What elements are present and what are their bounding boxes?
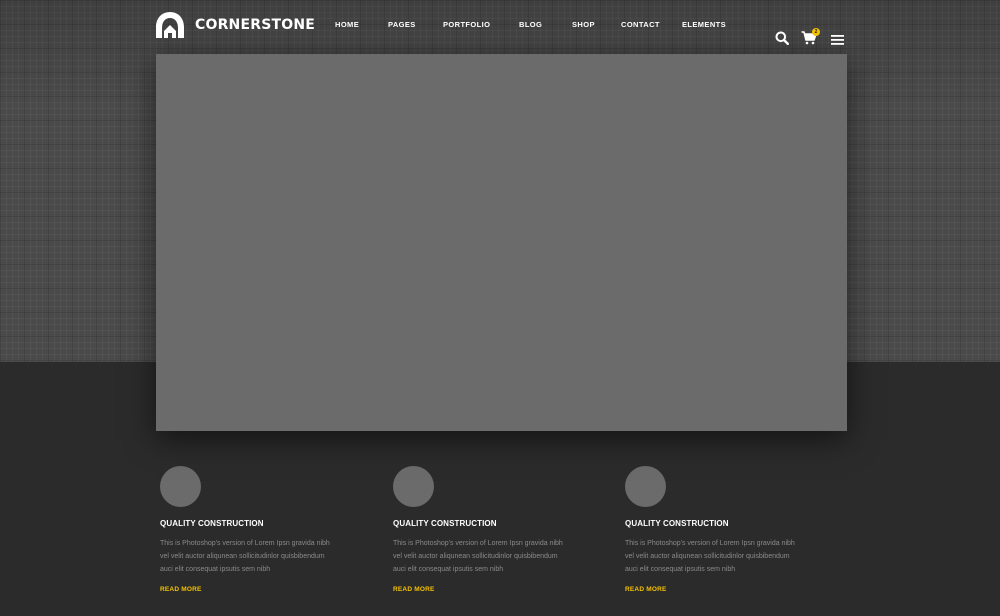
read-more-link[interactable]: READ MORE [160,586,202,593]
feature-card: QUALITY CONSTRUCTION This is Photoshop's… [625,466,825,595]
search-icon [775,31,790,46]
feature-desc-line: vel velit auctor aliqunean sollicitudinl… [160,553,325,560]
site-header: CORNERSTONE HOME PAGES PORTFOLIO BLOG SH… [0,0,1000,50]
feature-icon [393,466,434,507]
feature-description: This is Photoshop's version of Lorem Ips… [160,537,355,576]
nav-shop[interactable]: SHOP [572,20,595,29]
feature-desc-line: auci elit consequat ipsutis sem nibh [625,566,736,573]
feature-desc-line: This is Photoshop's version of Lorem Ips… [625,540,795,547]
read-more-link[interactable]: READ MORE [625,586,667,593]
nav-contact[interactable]: CONTACT [621,20,660,29]
nav-home[interactable]: HOME [335,20,359,29]
feature-icon [625,466,666,507]
feature-desc-line: This is Photoshop's version of Lorem Ips… [393,540,563,547]
read-more-link[interactable]: READ MORE [393,586,435,593]
feature-desc-line: auci elit consequat ipsutis sem nibh [393,566,504,573]
feature-desc-line: vel velit auctor aliqunean sollicitudinl… [625,553,790,560]
feature-title: QUALITY CONSTRUCTION [160,519,264,528]
feature-desc-line: vel velit auctor aliqunean sollicitudinl… [393,553,558,560]
feature-icon [160,466,201,507]
nav-pages[interactable]: PAGES [388,20,416,29]
feature-title: QUALITY CONSTRUCTION [393,519,497,528]
brand-logo[interactable]: CORNERSTONE [154,10,315,40]
search-button[interactable] [775,30,793,48]
feature-desc-line: This is Photoshop's version of Lorem Ips… [160,540,330,547]
house-arch-logo-icon [156,12,184,38]
feature-card: QUALITY CONSTRUCTION This is Photoshop's… [393,466,593,595]
cart-count-badge: 2 [812,28,820,36]
feature-desc-line: auci elit consequat ipsutis sem nibh [160,566,271,573]
feature-description: This is Photoshop's version of Lorem Ips… [625,537,820,576]
feature-title: QUALITY CONSTRUCTION [625,519,729,528]
hero-image-placeholder [156,54,847,431]
feature-description: This is Photoshop's version of Lorem Ips… [393,537,588,576]
feature-card: QUALITY CONSTRUCTION This is Photoshop's… [160,466,360,595]
nav-portfolio[interactable]: PORTFOLIO [443,20,490,29]
nav-blog[interactable]: BLOG [519,20,542,29]
brand-name: CORNERSTONE [195,17,316,33]
hamburger-menu-icon [831,35,844,45]
menu-button[interactable] [831,31,849,49]
nav-elements[interactable]: ELEMENTS [682,20,726,29]
cart-button[interactable]: 2 [801,28,820,48]
